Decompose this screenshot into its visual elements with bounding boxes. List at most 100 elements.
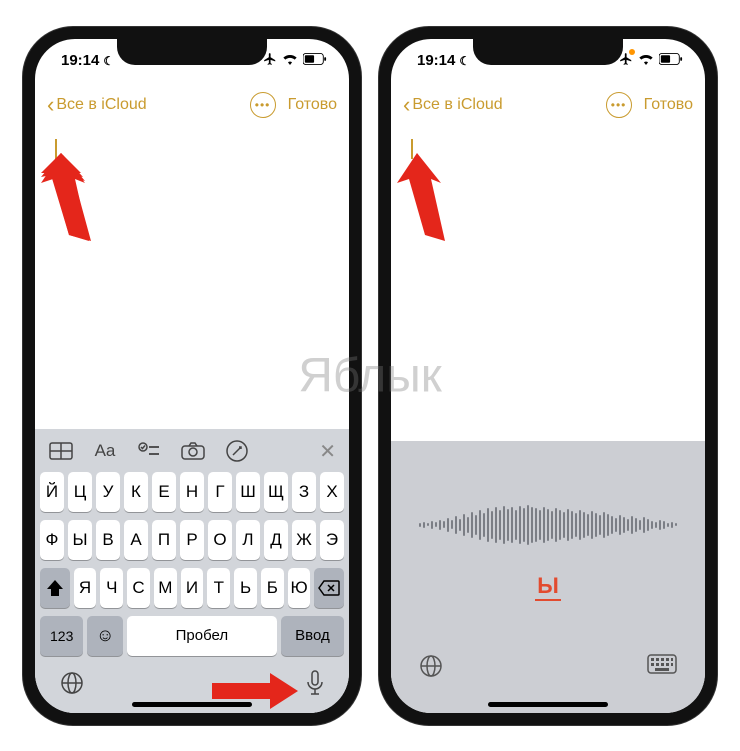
keyboard-icon[interactable] bbox=[647, 654, 677, 683]
key-row-4: 123 ☺ Пробел Ввод bbox=[38, 616, 346, 656]
microphone-icon[interactable] bbox=[306, 670, 324, 701]
key-Д[interactable]: Д bbox=[264, 520, 288, 560]
waveform-bar bbox=[575, 513, 577, 537]
key-Т[interactable]: Т bbox=[207, 568, 230, 608]
key-Б[interactable]: Б bbox=[261, 568, 284, 608]
key-Ч[interactable]: Ч bbox=[100, 568, 123, 608]
key-Р[interactable]: Р bbox=[180, 520, 204, 560]
waveform-bar bbox=[507, 509, 509, 541]
key-К[interactable]: К bbox=[124, 472, 148, 512]
waveform-bar bbox=[639, 520, 641, 530]
key-Ф[interactable]: Ф bbox=[40, 520, 64, 560]
dictation-panel: Ы bbox=[391, 441, 705, 713]
key-Ж[interactable]: Ж bbox=[292, 520, 316, 560]
back-button[interactable]: ‹ Все в iCloud bbox=[403, 92, 503, 118]
waveform-bar bbox=[519, 506, 521, 544]
key-Ы[interactable]: Ы bbox=[68, 520, 92, 560]
waveform-bar bbox=[483, 513, 485, 537]
done-button[interactable]: Готово bbox=[288, 96, 337, 114]
key-Ц[interactable]: Ц bbox=[68, 472, 92, 512]
battery-icon bbox=[659, 52, 683, 69]
key-Г[interactable]: Г bbox=[208, 472, 232, 512]
waveform-bar bbox=[495, 507, 497, 543]
key-М[interactable]: М bbox=[154, 568, 177, 608]
status-time: 19:14 bbox=[61, 52, 99, 69]
waveform-bar bbox=[419, 523, 421, 527]
waveform-bar bbox=[431, 521, 433, 529]
annotation-arrow-microphone bbox=[210, 669, 300, 713]
done-button[interactable]: Готово bbox=[644, 96, 693, 114]
key-В[interactable]: В bbox=[96, 520, 120, 560]
waveform-bar bbox=[467, 517, 469, 533]
waveform-bar bbox=[423, 522, 425, 528]
screen-left: 19:14 ☾ ‹ Все в iCloud bbox=[35, 39, 349, 713]
key-Х[interactable]: Х bbox=[320, 472, 344, 512]
waveform-bar bbox=[647, 519, 649, 531]
key-О[interactable]: О bbox=[208, 520, 232, 560]
waveform-bar bbox=[463, 514, 465, 536]
wifi-icon bbox=[638, 52, 654, 69]
numbers-key[interactable]: 123 bbox=[40, 616, 83, 656]
note-content[interactable] bbox=[391, 127, 705, 441]
key-Ш[interactable]: Ш bbox=[236, 472, 260, 512]
back-button[interactable]: ‹ Все в iCloud bbox=[47, 92, 147, 118]
key-З[interactable]: З bbox=[292, 472, 316, 512]
text-format-button[interactable]: Aa bbox=[92, 440, 118, 462]
more-button[interactable]: ••• bbox=[250, 92, 276, 118]
waveform-bar bbox=[491, 511, 493, 539]
backspace-key[interactable] bbox=[314, 568, 344, 608]
waveform-bar bbox=[571, 511, 573, 539]
waveform-bar bbox=[607, 514, 609, 536]
phone-left: 19:14 ☾ ‹ Все в iCloud bbox=[23, 27, 361, 725]
waveform-bar bbox=[471, 512, 473, 538]
key-Е[interactable]: Е bbox=[152, 472, 176, 512]
waveform-bar bbox=[539, 510, 541, 540]
enter-key[interactable]: Ввод bbox=[281, 616, 344, 656]
key-Э[interactable]: Э bbox=[320, 520, 344, 560]
key-У[interactable]: У bbox=[96, 472, 120, 512]
waveform-bar bbox=[615, 518, 617, 532]
waveform-bar bbox=[671, 522, 673, 528]
keyboard-toolbar: Aa ✕ bbox=[38, 433, 346, 472]
ellipsis-icon: ••• bbox=[611, 98, 627, 112]
waveform-bar bbox=[643, 517, 645, 533]
globe-icon[interactable] bbox=[60, 671, 84, 700]
waveform-bar bbox=[603, 512, 605, 538]
navigation-bar: ‹ Все в iCloud ••• Готово bbox=[35, 83, 349, 127]
waveform-bar bbox=[599, 515, 601, 535]
close-toolbar-button[interactable]: ✕ bbox=[319, 439, 336, 464]
key-Ю[interactable]: Ю bbox=[288, 568, 311, 608]
more-button[interactable]: ••• bbox=[606, 92, 632, 118]
waveform-bar bbox=[443, 521, 445, 528]
key-Н[interactable]: Н bbox=[180, 472, 204, 512]
key-И[interactable]: И bbox=[181, 568, 204, 608]
key-П[interactable]: П bbox=[152, 520, 176, 560]
globe-icon[interactable] bbox=[419, 654, 443, 683]
key-Щ[interactable]: Щ bbox=[264, 472, 288, 512]
space-key[interactable]: Пробел bbox=[127, 616, 277, 656]
waveform-bar bbox=[663, 521, 665, 529]
checklist-icon[interactable] bbox=[136, 440, 162, 462]
waveform-bar bbox=[667, 523, 669, 527]
camera-icon[interactable] bbox=[180, 440, 206, 462]
home-indicator[interactable] bbox=[488, 702, 608, 707]
markup-icon[interactable] bbox=[224, 440, 250, 462]
table-icon[interactable] bbox=[48, 440, 74, 462]
key-Л[interactable]: Л bbox=[236, 520, 260, 560]
waveform-bar bbox=[563, 512, 565, 538]
waveform bbox=[405, 501, 691, 549]
key-Ь[interactable]: Ь bbox=[234, 568, 257, 608]
ellipsis-icon: ••• bbox=[255, 98, 271, 112]
shift-key[interactable] bbox=[40, 568, 70, 608]
navigation-bar: ‹ Все в iCloud ••• Готово bbox=[391, 83, 705, 127]
key-С[interactable]: С bbox=[127, 568, 150, 608]
emoji-key[interactable]: ☺ bbox=[87, 616, 123, 656]
dictation-preview: Ы bbox=[535, 573, 561, 601]
waveform-bar bbox=[611, 516, 613, 534]
key-А[interactable]: А bbox=[124, 520, 148, 560]
waveform-bar bbox=[547, 509, 549, 541]
key-Й[interactable]: Й bbox=[40, 472, 64, 512]
key-Я[interactable]: Я bbox=[74, 568, 97, 608]
screen-right: 19:14 ☾ ‹ Все в iCloud bbox=[391, 39, 705, 713]
note-content[interactable] bbox=[35, 127, 349, 429]
